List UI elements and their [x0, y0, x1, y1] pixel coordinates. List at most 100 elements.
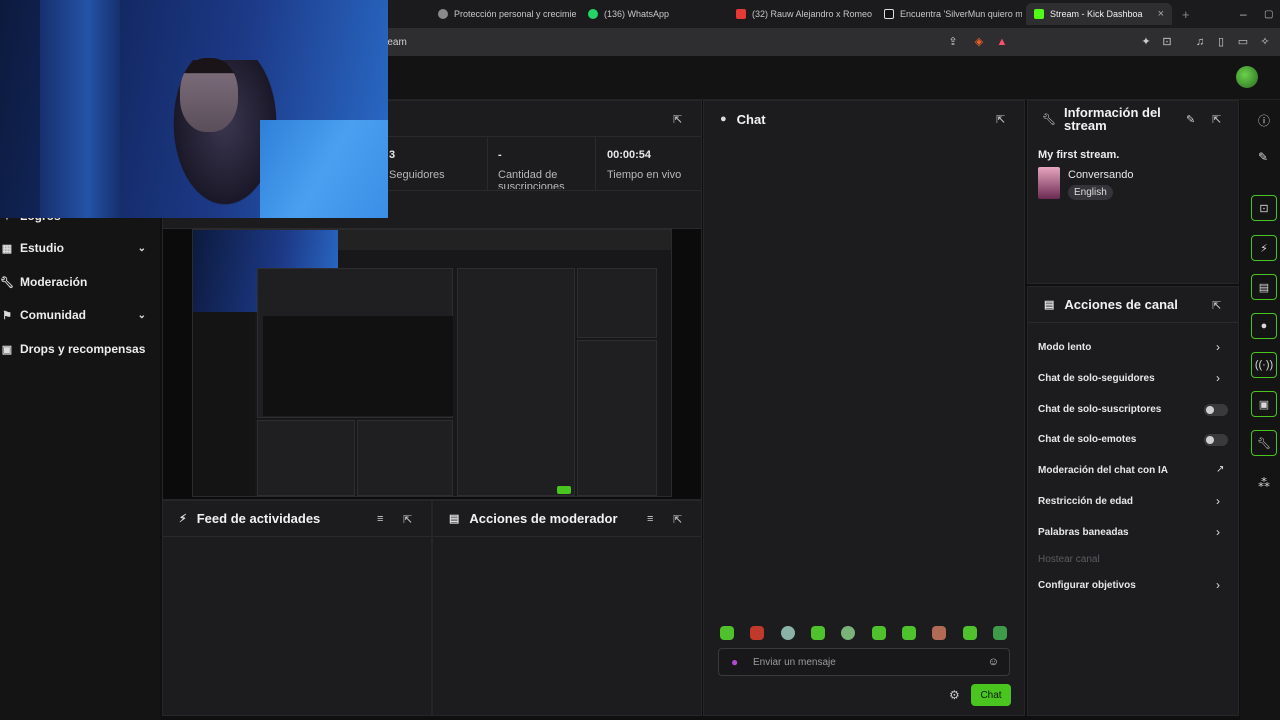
stream-title-value: My first stream.: [1038, 149, 1120, 161]
action-palabras-baneadas[interactable]: Palabras baneadas: [1038, 527, 1129, 538]
microphone-icon[interactable]: ●: [731, 655, 738, 669]
webcam-overlay: [0, 0, 388, 218]
chevron-right-icon[interactable]: ›: [1216, 525, 1220, 539]
wallet-icon[interactable]: ▭: [1236, 35, 1250, 49]
activity-feed-title: Feed de actividades: [196, 511, 321, 526]
sidebar-item-estudio[interactable]: ▦ Estudio ⌄: [0, 236, 160, 260]
chat-panel: ● Chat ⇱: [703, 100, 1025, 716]
solo-suscriptores-toggle[interactable]: [1204, 404, 1228, 416]
filter-icon[interactable]: ≡: [377, 513, 383, 525]
stream-info-title: Información del stream: [1064, 105, 1161, 133]
solo-emotes-toggle[interactable]: [1204, 434, 1228, 446]
tab-1[interactable]: Protección personal y crecimie: [430, 3, 576, 25]
chevron-right-icon[interactable]: ›: [1216, 494, 1220, 508]
live-time-label: Tiempo en vivo: [607, 169, 682, 181]
chevron-right-icon[interactable]: ›: [1216, 578, 1220, 592]
tab-label: Protección personal y crecimie: [454, 9, 576, 19]
live-time-value: 00:00:54: [607, 149, 652, 161]
emote-icon[interactable]: [872, 626, 886, 640]
shapes-icon[interactable]: ⁂: [1258, 476, 1270, 490]
rail-info-button[interactable]: 🔧︎: [1251, 430, 1277, 456]
rail-channel-button[interactable]: ▣: [1251, 391, 1277, 417]
chat-bubble-icon: ●: [720, 113, 727, 125]
preview-info-panel: [577, 268, 657, 338]
info-icon[interactable]: ⓘ: [1258, 112, 1270, 129]
tab-3[interactable]: (32) Rauw Alejandro x Romeo: [728, 3, 874, 25]
sidebar-toggle-icon[interactable]: ▯: [1214, 35, 1228, 49]
rail-chat-button[interactable]: ●: [1251, 313, 1277, 339]
subs-value: -: [498, 149, 502, 161]
tab-kick-dashboard[interactable]: Stream - Kick Dashboa ×: [1026, 3, 1172, 25]
emote-icon[interactable]: [781, 626, 795, 640]
chat-message-input[interactable]: ● Enviar un mensaje ☺: [718, 648, 1010, 676]
emote-icon[interactable]: [841, 626, 855, 640]
emote-icon[interactable]: [750, 626, 764, 640]
pencil-icon[interactable]: ✎: [1258, 150, 1268, 164]
preview-send-button: [557, 486, 571, 494]
sidebar-item-comunidad[interactable]: ⚑ Comunidad ⌄: [0, 303, 160, 327]
sidebar-item-moderacion[interactable]: 🔧︎ Moderación: [0, 270, 160, 294]
emote-icon[interactable]: [720, 626, 734, 640]
sidebar-item-drops[interactable]: ▣ Drops y recompensas: [0, 337, 160, 361]
rail-stream-button[interactable]: ⊡: [1251, 195, 1277, 221]
address-bar[interactable]: ream: [380, 31, 1020, 53]
external-link-icon[interactable]: ↗: [1216, 464, 1224, 475]
tab-2[interactable]: (136) WhatsApp: [580, 3, 726, 25]
kick-icon: [1034, 9, 1044, 19]
webcam-door: [40, 0, 120, 218]
tab-label: Stream - Kick Dashboa: [1050, 9, 1143, 19]
moderator-actions-panel: ▤ Acciones de moderador ≡ ⇱: [432, 500, 702, 716]
popout-icon[interactable]: ⇱: [673, 513, 682, 526]
moderator-actions-title: Acciones de moderador: [469, 511, 618, 526]
channel-actions-title: Acciones de canal: [1064, 297, 1178, 312]
tab-4[interactable]: Encuentra 'SilverMun quiero m: [876, 3, 1022, 25]
clipboard-icon: ▤: [449, 513, 460, 525]
emote-icon[interactable]: [963, 626, 977, 640]
tiktok-icon: [884, 9, 894, 19]
stream-preview[interactable]: [192, 229, 672, 497]
screenshot-icon[interactable]: ⊡: [1160, 35, 1174, 49]
edit-icon[interactable]: ✎: [1186, 113, 1195, 126]
rail-activity-button[interactable]: ⚡︎: [1251, 235, 1277, 261]
emoji-icon[interactable]: ☺: [988, 656, 999, 668]
popout-icon[interactable]: ⇱: [1212, 299, 1221, 312]
chat-header: ● Chat: [704, 101, 1024, 137]
filter-icon[interactable]: ≡: [647, 513, 653, 525]
popout-icon[interactable]: ⇱: [1212, 113, 1221, 126]
rail-broadcast-button[interactable]: ((·)): [1251, 352, 1277, 378]
minimize-button[interactable]: –: [1232, 3, 1252, 25]
brave-rewards-icon[interactable]: ▲: [995, 35, 1009, 49]
brave-shield-icon[interactable]: ◈: [972, 35, 986, 49]
emote-icon[interactable]: [811, 626, 825, 640]
globe-icon: [438, 9, 448, 19]
emote-icon[interactable]: [993, 626, 1007, 640]
popout-icon[interactable]: ⇱: [673, 113, 682, 126]
stream-info-panel: 🔧︎ Información del stream ✎ ⇱ My first s…: [1027, 100, 1239, 284]
user-avatar[interactable]: [1236, 66, 1258, 88]
action-solo-seguidores[interactable]: Chat de solo-seguidores: [1038, 373, 1155, 384]
leo-icon[interactable]: ✧: [1258, 35, 1272, 49]
webcam-bed: [260, 120, 388, 218]
close-tab-icon[interactable]: ×: [1158, 8, 1164, 20]
emote-icon[interactable]: [902, 626, 916, 640]
chevron-right-icon[interactable]: ›: [1216, 371, 1220, 385]
extensions-icon[interactable]: ✦: [1139, 35, 1153, 49]
share-icon[interactable]: ⇪: [946, 35, 960, 49]
emote-icon[interactable]: [932, 626, 946, 640]
chat-send-button[interactable]: Chat: [971, 684, 1011, 706]
preview-actions-panel: [577, 340, 657, 496]
chevron-right-icon[interactable]: ›: [1216, 340, 1220, 354]
popout-icon[interactable]: ⇱: [403, 513, 412, 526]
popout-icon[interactable]: ⇱: [996, 113, 1005, 126]
channel-icon: ▤: [1044, 299, 1055, 311]
category-name: Conversando: [1068, 169, 1134, 181]
rail-mod-button[interactable]: ▤: [1251, 274, 1277, 300]
action-configurar-objetivos[interactable]: Configurar objetivos: [1038, 580, 1136, 591]
action-moderacion-ia[interactable]: Moderación del chat con IA: [1038, 465, 1168, 476]
maximize-button[interactable]: ▢: [1256, 3, 1276, 25]
chat-settings-icon[interactable]: ⚙: [949, 688, 960, 702]
new-tab-button[interactable]: +: [1174, 3, 1194, 25]
action-modo-lento[interactable]: Modo lento: [1038, 342, 1091, 353]
media-icon[interactable]: ♫: [1193, 35, 1207, 49]
action-restriccion-edad[interactable]: Restricción de edad: [1038, 496, 1133, 507]
